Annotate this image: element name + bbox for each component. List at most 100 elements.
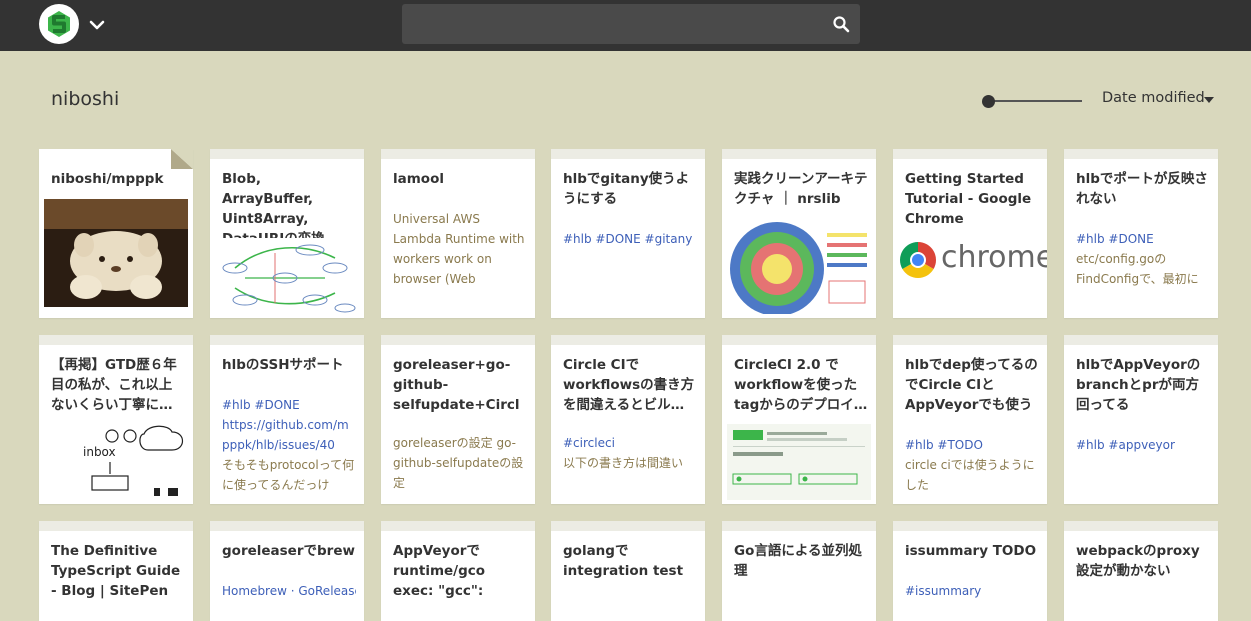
note-card[interactable]: Circle CIでworkflowsの書き方を間違えるとビル… #circle… bbox=[551, 335, 705, 504]
card-title: 実践クリーンアーキテクチャ ｜ nrslib bbox=[734, 171, 868, 207]
slider-track bbox=[988, 100, 1082, 102]
card-tags: #hlb #TODO bbox=[905, 438, 983, 452]
card-title: webpackのproxy設定が動かない bbox=[1076, 543, 1200, 579]
card-title: goreleaser+go-github-selfupdate+CircleC… bbox=[393, 357, 520, 413]
card-body: そもそもprotocolって何に使ってるんだっけ bbox=[222, 458, 355, 492]
note-card[interactable]: golangでintegration test bbox=[551, 521, 705, 621]
note-card[interactable]: hlbでAppVeyorのbranchとprが両方回ってる #hlb #appv… bbox=[1064, 335, 1218, 504]
slider-handle[interactable] bbox=[982, 95, 995, 108]
circleci-screenshot-thumbnail bbox=[727, 424, 871, 500]
card-body: Universal AWS Lambda Runtime with worker… bbox=[393, 212, 525, 286]
card-link[interactable]: Homebrew · GoReleaser bbox=[222, 581, 356, 601]
app-logo[interactable] bbox=[39, 4, 79, 44]
search-bar bbox=[402, 4, 860, 44]
card-tags: #hlb #DONE bbox=[222, 398, 300, 412]
note-card[interactable]: Blob, ArrayBuffer, Uint8Array, DataURIの変… bbox=[210, 149, 364, 318]
card-band bbox=[893, 521, 1047, 531]
caret-down-icon[interactable] bbox=[1204, 97, 1214, 103]
card-title: Circle CIでworkflowsの書き方を間違えるとビル… bbox=[563, 357, 695, 413]
note-card[interactable]: issummary TODO #issummary bbox=[893, 521, 1047, 621]
card-title: The Definitive TypeScript Guide - Blog |… bbox=[51, 543, 181, 599]
card-band bbox=[39, 521, 193, 531]
note-card[interactable]: hlbでdep使ってるのでCircle CIとAppVeyorでも使う #hlb… bbox=[893, 335, 1047, 504]
card-body: goreleaserの設定 go-github-selfupdateの設定 bbox=[393, 436, 524, 490]
card-tags: #issummary bbox=[905, 584, 982, 598]
card-band bbox=[722, 149, 876, 159]
card-tags: #hlb #appveyor bbox=[1076, 438, 1175, 452]
note-card[interactable]: niboshi/mpppk bbox=[39, 149, 193, 318]
card-band bbox=[381, 149, 535, 159]
card-title: hlbでポートが反映されない bbox=[1076, 171, 1208, 207]
note-card[interactable]: webpackのproxy設定が動かない bbox=[1064, 521, 1218, 621]
card-title: hlbでAppVeyorのbranchとprが両方回ってる bbox=[1076, 357, 1201, 413]
search-input[interactable] bbox=[402, 4, 812, 44]
card-band bbox=[39, 335, 193, 345]
card-body: 以下の書き方は間違い bbox=[563, 456, 684, 470]
sort-dropdown[interactable]: Date modified bbox=[1102, 90, 1205, 106]
card-band bbox=[551, 149, 705, 159]
card-band bbox=[722, 335, 876, 345]
card-title: issummary TODO bbox=[905, 543, 1037, 559]
card-band bbox=[1064, 335, 1218, 345]
chrome-wordmark: chrome bbox=[941, 240, 1047, 275]
teddy-bear-image bbox=[44, 199, 188, 307]
card-band bbox=[893, 149, 1047, 159]
top-bar bbox=[0, 0, 1251, 51]
chrome-logo-icon bbox=[899, 242, 937, 279]
card-title: hlbでdep使ってるのでCircle CIとAppVeyorでも使う bbox=[905, 357, 1038, 413]
app-logo-icon bbox=[48, 11, 70, 37]
card-band bbox=[722, 521, 876, 531]
card-band bbox=[210, 335, 364, 345]
note-card[interactable]: goreleaserでbrew Homebrew · GoReleaser bbox=[210, 521, 364, 621]
card-title: goreleaserでbrew bbox=[222, 543, 355, 559]
card-title: Getting Started Tutorial - Google Chrome bbox=[905, 171, 1032, 227]
card-band bbox=[210, 521, 364, 531]
note-card[interactable]: CircleCI 2.0 でworkflowを使ったtagからのデプロイ… bbox=[722, 335, 876, 504]
card-title: 【再掲】GTD歴６年目の私が、これ以上ないくらい丁寧に… bbox=[51, 357, 177, 413]
chevron-down-icon[interactable] bbox=[88, 16, 106, 34]
page-title: niboshi bbox=[51, 88, 120, 110]
card-band bbox=[1064, 149, 1218, 159]
card-band bbox=[210, 149, 364, 159]
card-band bbox=[39, 149, 193, 159]
note-card[interactable]: hlbでポートが反映されない #hlb #DONE etc/config.goの… bbox=[1064, 149, 1218, 318]
card-band bbox=[381, 521, 535, 531]
card-band bbox=[1064, 521, 1218, 531]
card-title: Go言語による並列処理 bbox=[734, 543, 862, 579]
note-card[interactable]: AppVeyorでruntime/gco exec: "gcc": execut… bbox=[381, 521, 535, 621]
search-icon[interactable] bbox=[832, 15, 850, 33]
card-band bbox=[381, 335, 535, 345]
card-band bbox=[893, 335, 1047, 345]
folded-corner-icon bbox=[171, 149, 193, 169]
note-card[interactable]: lamool Universal AWS Lambda Runtime with… bbox=[381, 149, 535, 318]
inbox-label: inbox bbox=[83, 445, 116, 459]
card-title: niboshi/mpppk bbox=[51, 171, 164, 187]
card-band bbox=[551, 521, 705, 531]
card-title: hlbでgitany使うようにする bbox=[563, 171, 690, 207]
card-band bbox=[551, 335, 705, 345]
card-link[interactable]: https://github.com/mpppk/hlb/issues/40 bbox=[222, 415, 356, 455]
card-tags: #hlb #DONE #gitany bbox=[563, 232, 693, 246]
card-title: AppVeyorでruntime/gco exec: "gcc": execut… bbox=[393, 543, 486, 599]
card-body: circle ciでは使うようにした bbox=[905, 458, 1035, 492]
card-title: CircleCI 2.0 でworkflowを使ったtagからのデプロイ… bbox=[734, 357, 868, 413]
clean-architecture-thumbnail bbox=[727, 219, 871, 314]
card-title: lamool bbox=[393, 171, 444, 187]
gtd-diagram-thumbnail bbox=[44, 424, 188, 500]
card-tags: #circleci bbox=[563, 436, 615, 450]
note-card[interactable]: 実践クリーンアーキテクチャ ｜ nrslib bbox=[722, 149, 876, 318]
diagram-thumbnail bbox=[215, 238, 359, 314]
note-card[interactable]: 【再掲】GTD歴６年目の私が、これ以上ないくらい丁寧に… inbox bbox=[39, 335, 193, 504]
note-card[interactable]: hlbのSSHサポート #hlb #DONE https://github.co… bbox=[210, 335, 364, 504]
card-title: hlbのSSHサポート bbox=[222, 357, 344, 373]
card-body: etc/config.goのFindConfigで、最初に bbox=[1076, 252, 1199, 286]
card-title: golangでintegration test bbox=[563, 543, 684, 579]
card-title: Blob, ArrayBuffer, Uint8Array, DataURIの変… bbox=[222, 171, 325, 247]
note-card[interactable]: The Definitive TypeScript Guide - Blog |… bbox=[39, 521, 193, 621]
note-card[interactable]: Getting Started Tutorial - Google Chrome… bbox=[893, 149, 1047, 318]
card-tags: #hlb #DONE bbox=[1076, 232, 1154, 246]
note-card[interactable]: hlbでgitany使うようにする #hlb #DONE #gitany bbox=[551, 149, 705, 318]
zoom-slider[interactable] bbox=[982, 92, 1082, 110]
note-card[interactable]: goreleaser+go-github-selfupdate+CircleC…… bbox=[381, 335, 535, 504]
note-card[interactable]: Go言語による並列処理 bbox=[722, 521, 876, 621]
